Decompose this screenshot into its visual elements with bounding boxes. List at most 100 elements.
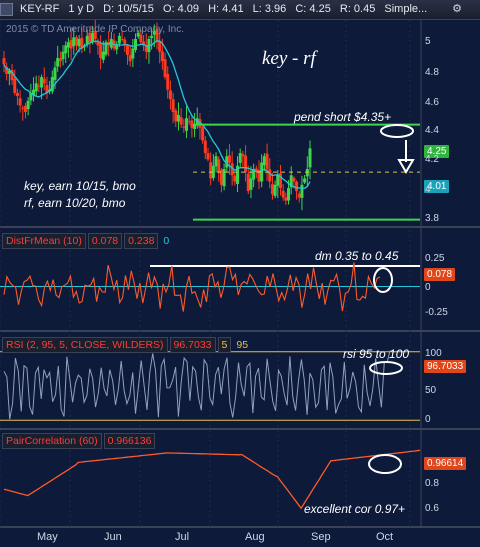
rsi-badge: 96.7033	[424, 360, 467, 373]
dfm-badge: 0.078	[424, 268, 456, 281]
rsi-tick: 100	[425, 348, 442, 359]
price-candle-body	[18, 98, 22, 106]
price-candle-body	[150, 35, 154, 38]
chart-title-annotation: key - rf	[262, 48, 316, 69]
x-axis-label: Jun	[104, 531, 122, 543]
chart-header: KEY-RF 1 y D D: 10/5/15 O: 4.09 H: 4.41 …	[0, 0, 480, 20]
price-tick: 4	[425, 184, 431, 195]
price-tick: 5	[425, 36, 431, 47]
dfm-tick: 0	[425, 282, 431, 293]
rsi-value-3: 95	[236, 339, 249, 351]
price-candle-body	[187, 121, 191, 123]
price-candle-body	[40, 77, 44, 88]
price-tick: 4.6	[425, 97, 439, 108]
date-value: D: 10/5/15	[103, 3, 154, 15]
price-candle-body	[139, 34, 143, 43]
x-axis-label: Jul	[175, 531, 190, 543]
price-candle-body	[163, 59, 167, 78]
rsi-annotation: rsi 95 to 100	[343, 347, 410, 361]
price-candle-body	[131, 48, 135, 59]
cor-study-name[interactable]: PairCorrelation (60)	[2, 433, 102, 449]
x-axis-label: Oct	[376, 531, 394, 543]
cor-tick: 0.6	[425, 503, 439, 514]
price-candle-body	[305, 168, 309, 177]
rsi-value-1: 96.7033	[169, 337, 216, 353]
price-candle-body	[238, 153, 242, 163]
price-tick: 4.4	[425, 125, 439, 136]
price-candle-body	[227, 155, 231, 163]
high-value: H: 4.41	[208, 3, 244, 15]
cor-badge: 0.96614	[424, 457, 467, 470]
cor-tick: 0.8	[425, 478, 439, 489]
x-axis-label: Sep	[311, 531, 331, 543]
rsi-study-name[interactable]: RSI (2, 95, 5, CLOSE, WILDERS)	[2, 337, 168, 353]
copyright-text: 2015 © TD Ameritrade IP Company, Inc.	[6, 24, 185, 35]
price-candle-body	[37, 85, 41, 87]
price-candle-body	[120, 39, 124, 41]
dm-annotation: dm 0.35 to 0.45	[315, 249, 399, 263]
gear-icon[interactable]: ⚙	[452, 3, 462, 15]
price-candle-body	[125, 45, 129, 55]
price-candle-body	[182, 126, 186, 128]
price-candle-body	[101, 51, 105, 60]
price-candle-body	[300, 184, 304, 198]
price-candle-body	[270, 184, 274, 195]
price-candle-body	[262, 156, 266, 166]
rsi-panel-title: RSI (2, 95, 5, CLOSE, WILDERS) 96.7033 5 95	[2, 337, 253, 353]
price-candle-body	[185, 118, 189, 131]
price-candle-body	[284, 197, 288, 201]
price-candle-body	[281, 190, 285, 198]
price-candle-body	[64, 45, 68, 54]
symbol-label[interactable]: KEY-RF	[17, 3, 59, 15]
price-candle-body	[174, 110, 178, 122]
rsi-tick: 50	[425, 385, 437, 396]
price-candle-body	[168, 90, 172, 100]
menu-dropdown-icon[interactable]	[0, 2, 13, 16]
header-tools: ⚙	[444, 0, 468, 19]
price-candle-body	[206, 153, 210, 160]
price-candle-body	[268, 169, 272, 182]
price-candle-body	[201, 127, 205, 141]
style-selector[interactable]: Simple...	[384, 3, 427, 15]
price-candle-body	[72, 37, 76, 47]
rsi-tick: 0	[425, 414, 431, 425]
price-candle-body	[308, 148, 312, 168]
price-candle-body	[276, 175, 280, 186]
price-candle-body	[171, 99, 175, 112]
cor-annotation: excellent cor 0.97+	[304, 502, 406, 516]
price-candle-body	[241, 154, 245, 157]
price-candle-body	[166, 74, 170, 90]
pend-short-annotation: pend short $4.35+	[294, 110, 392, 124]
price-candle-body	[203, 140, 207, 154]
dfm-value-2: 0.238	[124, 233, 159, 249]
chart-canvas	[0, 19, 480, 528]
price-candle-body	[115, 45, 119, 50]
price-candle-body	[74, 37, 78, 46]
price-tick: 4.2	[425, 154, 439, 165]
earnings-annotation-rf: rf, earn 10/20, bmo	[24, 196, 126, 210]
price-candle-body	[214, 156, 218, 167]
low-value: L: 3.96	[252, 3, 287, 15]
price-candle-body	[209, 162, 213, 179]
price-candle-body	[265, 153, 269, 169]
cor-value-1: 0.966136	[103, 433, 156, 449]
price-candle-body	[128, 55, 132, 62]
price-candle-body	[244, 155, 248, 173]
cor-panel-title: PairCorrelation (60) 0.966136	[2, 433, 157, 449]
price-candle-body	[2, 58, 6, 65]
price-candle-body	[176, 115, 180, 122]
earnings-annotation-key: key, earn 10/15, bmo	[24, 179, 136, 193]
dfm-study-name[interactable]: DistFrMean (10)	[2, 233, 86, 249]
price-candle-body	[249, 178, 253, 190]
price-candle-body	[295, 181, 299, 192]
price-candle-body	[69, 39, 73, 49]
price-tick: 4.8	[425, 67, 439, 78]
period-label[interactable]: 1 y D	[68, 3, 94, 15]
close-value: C: 4.25	[295, 3, 331, 15]
price-candle-body	[287, 187, 291, 201]
price-candle-body	[222, 168, 226, 187]
price-candle-body	[42, 78, 46, 84]
price-candle-body	[233, 175, 237, 182]
price-candle-body	[61, 51, 65, 60]
price-candle-body	[34, 83, 38, 92]
